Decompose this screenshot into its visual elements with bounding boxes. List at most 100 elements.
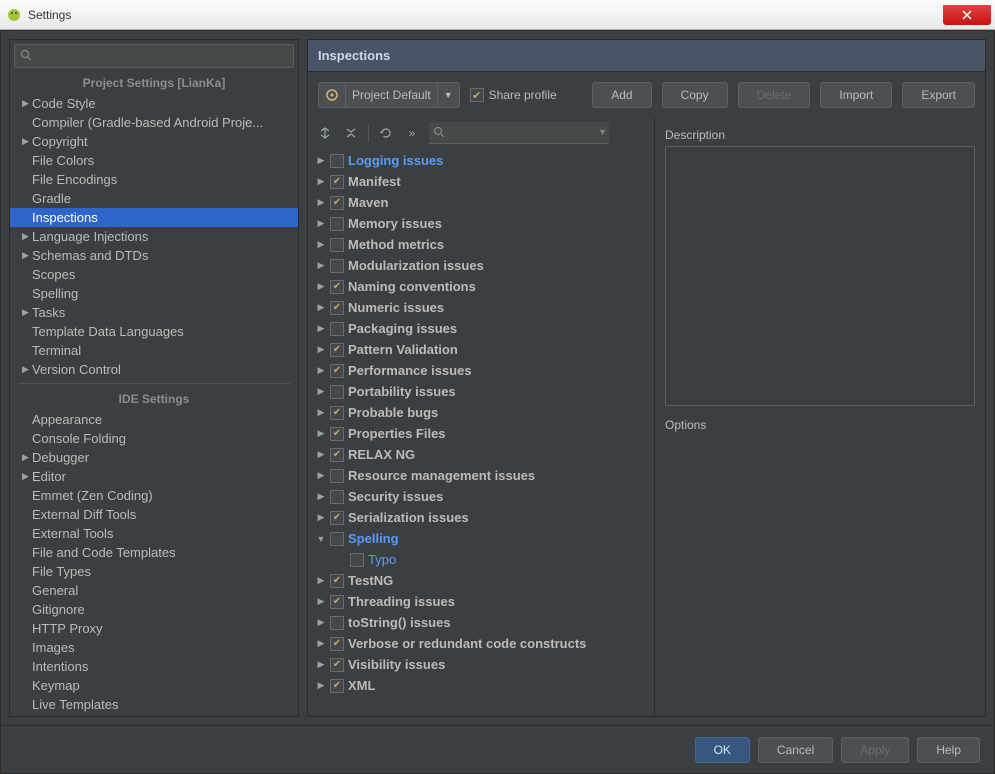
expand-arrow-icon[interactable]: ▶ — [316, 197, 326, 208]
expand-arrow-icon[interactable]: ▶ — [316, 302, 326, 313]
expand-arrow-icon[interactable]: ▶ — [316, 176, 326, 187]
expand-arrow-icon[interactable]: ▶ — [316, 239, 326, 250]
sidebar-item[interactable]: Inspections — [10, 208, 298, 227]
expand-arrow-icon[interactable]: ▶ — [316, 470, 326, 481]
expand-arrow-icon[interactable]: ▶ — [316, 365, 326, 376]
sidebar-item[interactable]: File and Code Templates — [10, 543, 298, 562]
sidebar-item[interactable]: Gitignore — [10, 600, 298, 619]
import-button[interactable]: Import — [820, 82, 892, 108]
sidebar-item[interactable]: File Colors — [10, 151, 298, 170]
inspection-checkbox[interactable] — [330, 217, 344, 231]
inspection-item[interactable]: ▶✔TestNG — [308, 570, 654, 591]
inspection-item[interactable]: ▶Portability issues — [308, 381, 654, 402]
inspection-checkbox[interactable]: ✔ — [330, 658, 344, 672]
inspection-item[interactable]: ▶✔Naming conventions — [308, 276, 654, 297]
inspection-checkbox[interactable]: ✔ — [330, 175, 344, 189]
expand-arrow-icon[interactable]: ▶ — [316, 386, 326, 397]
inspection-item[interactable]: ▶✔Performance issues — [308, 360, 654, 381]
expand-arrow-icon[interactable]: ▶ — [316, 638, 326, 649]
inspection-item[interactable]: ▶✔Maven — [308, 192, 654, 213]
inspection-checkbox[interactable]: ✔ — [330, 511, 344, 525]
expand-arrow-icon[interactable]: ▶ — [316, 281, 326, 292]
caret-down-icon[interactable]: ▼ — [598, 127, 607, 137]
inspection-checkbox[interactable]: ✔ — [330, 574, 344, 588]
expand-all-icon[interactable] — [316, 124, 334, 142]
expand-arrow-icon[interactable]: ▶ — [316, 659, 326, 670]
share-profile-checkbox[interactable]: ✔ Share profile — [470, 88, 557, 102]
forward-icon[interactable]: » — [403, 124, 421, 142]
inspection-item[interactable]: ▶Memory issues — [308, 213, 654, 234]
inspections-tree[interactable]: ▶Logging issues▶✔Manifest▶✔Maven▶Memory … — [308, 148, 654, 716]
inspection-checkbox[interactable]: ✔ — [330, 448, 344, 462]
expand-arrow-icon[interactable]: ▶ — [316, 428, 326, 439]
inspection-child-item[interactable]: Typo — [308, 549, 654, 570]
inspection-item[interactable]: ▶✔Properties Files — [308, 423, 654, 444]
sidebar-item[interactable]: ▶Language Injections — [10, 227, 298, 246]
expand-arrow-icon[interactable]: ▼ — [316, 534, 326, 544]
sidebar-item[interactable]: HTTP Proxy — [10, 619, 298, 638]
inspection-checkbox[interactable] — [330, 154, 344, 168]
inspection-checkbox[interactable] — [330, 238, 344, 252]
sidebar-item[interactable]: Images — [10, 638, 298, 657]
sidebar-item[interactable]: ▶Debugger — [10, 448, 298, 467]
help-button[interactable]: Help — [917, 737, 980, 763]
profile-selector[interactable]: Project Default ▼ — [318, 82, 460, 108]
ok-button[interactable]: OK — [695, 737, 750, 763]
sidebar-item[interactable]: ▶Version Control — [10, 360, 298, 379]
sidebar-item[interactable]: Compiler (Gradle-based Android Proje... — [10, 113, 298, 132]
export-button[interactable]: Export — [902, 82, 975, 108]
settings-tree[interactable]: Project Settings [LianKa]▶Code StyleComp… — [10, 72, 298, 716]
inspection-checkbox[interactable]: ✔ — [330, 343, 344, 357]
inspection-item[interactable]: ▶toString() issues — [308, 612, 654, 633]
inspection-checkbox[interactable]: ✔ — [330, 196, 344, 210]
sidebar-item[interactable]: Intentions — [10, 657, 298, 676]
expand-arrow-icon[interactable]: ▶ — [316, 575, 326, 586]
add-button[interactable]: Add — [592, 82, 651, 108]
inspection-item[interactable]: ▶✔Verbose or redundant code constructs — [308, 633, 654, 654]
inspection-item[interactable]: ▶Modularization issues — [308, 255, 654, 276]
sidebar-item[interactable]: Terminal — [10, 341, 298, 360]
inspection-checkbox[interactable] — [350, 553, 364, 567]
inspection-checkbox[interactable] — [330, 259, 344, 273]
close-button[interactable] — [943, 5, 991, 25]
inspection-item[interactable]: ▶Resource management issues — [308, 465, 654, 486]
expand-arrow-icon[interactable]: ▶ — [316, 596, 326, 607]
sidebar-item[interactable]: ▶Copyright — [10, 132, 298, 151]
expand-arrow-icon[interactable]: ▶ — [316, 449, 326, 460]
sidebar-item[interactable]: File Encodings — [10, 170, 298, 189]
inspection-item[interactable]: ▶Logging issues — [308, 150, 654, 171]
sidebar-search-input[interactable] — [14, 44, 294, 68]
inspections-search-input[interactable] — [429, 122, 609, 144]
inspection-item[interactable]: ▶✔Numeric issues — [308, 297, 654, 318]
inspection-checkbox[interactable] — [330, 490, 344, 504]
sidebar-item[interactable]: Gradle — [10, 189, 298, 208]
inspection-item[interactable]: ▶✔RELAX NG — [308, 444, 654, 465]
sidebar-item[interactable]: Menus and Toolbars — [10, 714, 298, 716]
sidebar-item[interactable]: ▶Schemas and DTDs — [10, 246, 298, 265]
inspection-checkbox[interactable] — [330, 469, 344, 483]
sidebar-item[interactable]: Keymap — [10, 676, 298, 695]
reset-icon[interactable] — [377, 124, 395, 142]
inspection-item[interactable]: ▶Packaging issues — [308, 318, 654, 339]
expand-arrow-icon[interactable]: ▶ — [316, 512, 326, 523]
expand-arrow-icon[interactable]: ▶ — [316, 617, 326, 628]
sidebar-item[interactable]: Template Data Languages — [10, 322, 298, 341]
inspection-checkbox[interactable]: ✔ — [330, 595, 344, 609]
expand-arrow-icon[interactable]: ▶ — [316, 491, 326, 502]
sidebar-item[interactable]: File Types — [10, 562, 298, 581]
inspection-item[interactable]: ▶✔Serialization issues — [308, 507, 654, 528]
collapse-all-icon[interactable] — [342, 124, 360, 142]
copy-button[interactable]: Copy — [662, 82, 728, 108]
sidebar-item[interactable]: Appearance — [10, 410, 298, 429]
sidebar-item[interactable]: Live Templates — [10, 695, 298, 714]
inspection-item[interactable]: ▶✔Pattern Validation — [308, 339, 654, 360]
inspection-checkbox[interactable]: ✔ — [330, 679, 344, 693]
sidebar-item[interactable]: Console Folding — [10, 429, 298, 448]
expand-arrow-icon[interactable]: ▶ — [316, 344, 326, 355]
expand-arrow-icon[interactable]: ▶ — [316, 218, 326, 229]
inspection-item[interactable]: ▶✔Probable bugs — [308, 402, 654, 423]
inspection-item[interactable]: ▶✔XML — [308, 675, 654, 696]
inspection-checkbox[interactable]: ✔ — [330, 364, 344, 378]
expand-arrow-icon[interactable]: ▶ — [316, 407, 326, 418]
sidebar-item[interactable]: External Diff Tools — [10, 505, 298, 524]
